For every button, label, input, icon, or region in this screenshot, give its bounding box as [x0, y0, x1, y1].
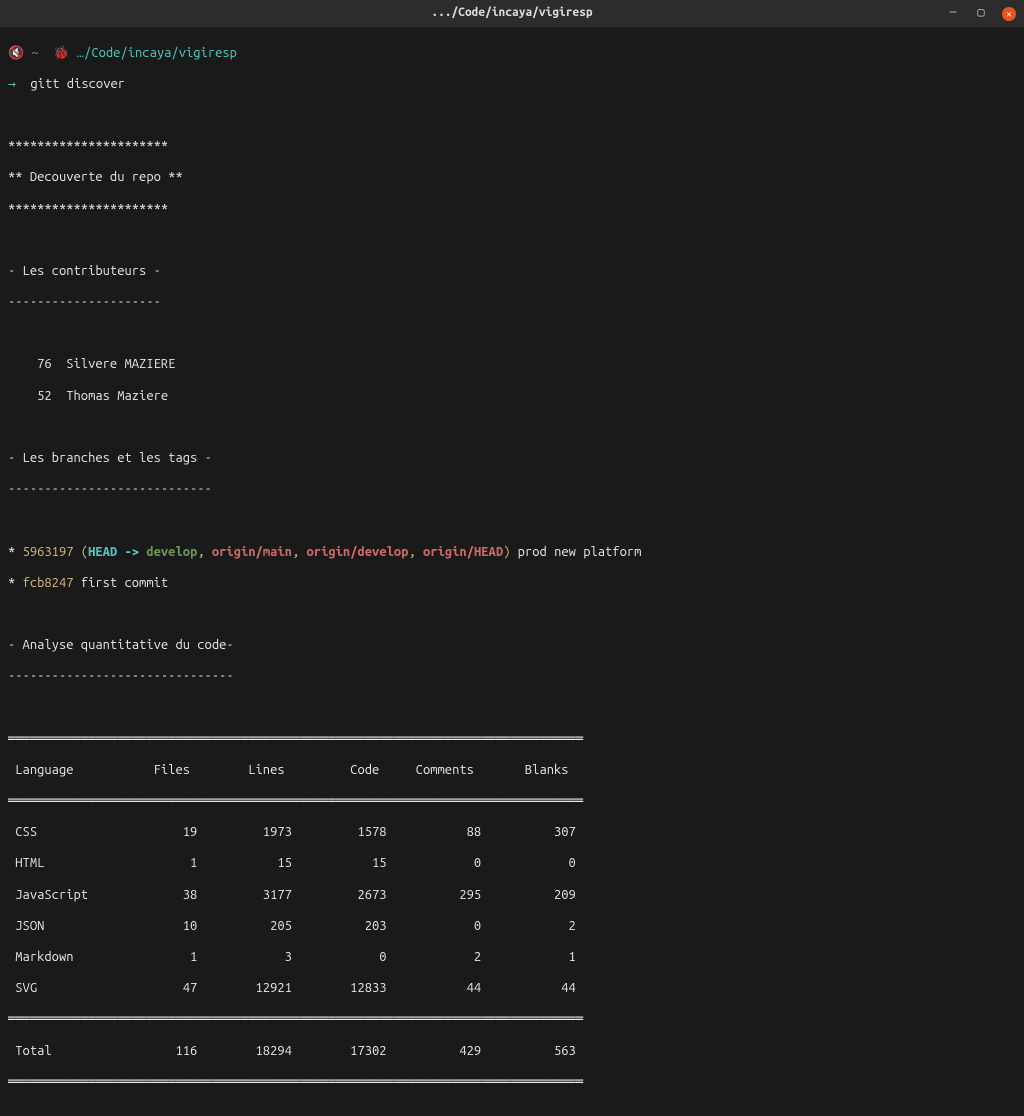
commit-msg: first commit — [74, 576, 169, 590]
table-border: ════════════════════════════════════════… — [8, 1075, 1016, 1091]
commit-hash: 5963197 — [23, 545, 74, 559]
table-row: CSS 19 1973 1578 88 307 — [8, 825, 1016, 841]
prompt-arrow: → — [8, 77, 16, 91]
dashes: --------------------- — [8, 295, 1016, 311]
command-text: gitt discover — [30, 77, 125, 91]
ref-origin-develop: origin/develop — [307, 545, 409, 559]
table-row: JSON 10 205 203 0 2 — [8, 919, 1016, 935]
debug-icon: 🐞 — [53, 46, 76, 60]
window-controls: — ▢ ✕ — [946, 7, 1016, 21]
table-total: Total 116 18294 17302 429 563 — [8, 1044, 1016, 1060]
maximize-button[interactable]: ▢ — [974, 7, 988, 21]
window-titlebar: .../Code/incaya/vigiresp — ▢ ✕ — [0, 0, 1024, 28]
table-border: ════════════════════════════════════════… — [8, 794, 1016, 810]
stars-line: ********************** — [8, 202, 1016, 218]
table-row: HTML 1 15 15 0 0 — [8, 856, 1016, 872]
dashes: ------------------------------- — [8, 669, 1016, 685]
commit-hash: fcb8247 — [23, 576, 74, 590]
table-border: ════════════════════════════════════════… — [8, 732, 1016, 748]
close-button[interactable]: ✕ — [1002, 7, 1016, 21]
contributor-row: 52 Thomas Maziere — [8, 389, 1016, 405]
table-row: JavaScript 38 3177 2673 295 209 — [8, 888, 1016, 904]
table-row: Markdown 1 3 0 2 1 — [8, 950, 1016, 966]
branches-header: - Les branches et les tags - — [8, 451, 1016, 467]
head-ref: HEAD -> — [88, 545, 146, 559]
ref-origin-main: origin/main — [212, 545, 292, 559]
prompt-path: …/Code/incaya/vigiresp — [77, 46, 237, 60]
window-title: .../Code/incaya/vigiresp — [431, 6, 592, 20]
dashes: ---------------------------- — [8, 482, 1016, 498]
terminal-output[interactable]: 🔇 ~ 🐞 …/Code/incaya/vigiresp → gitt disc… — [0, 28, 1024, 1116]
table-border: ════════════════════════════════════════… — [8, 1012, 1016, 1028]
contributors-header: - Les contributeurs - — [8, 264, 1016, 280]
analysis-header: - Analyse quantitative du code- — [8, 638, 1016, 654]
table-row: SVG 47 12921 12833 44 44 — [8, 981, 1016, 997]
decouverte-title: ** Decouverte du repo ** — [8, 170, 1016, 186]
prompt-icon: 🔇 ~ — [8, 46, 53, 60]
stars-line: ********************** — [8, 139, 1016, 155]
git-log-line: * fcb8247 first commit — [8, 576, 1016, 592]
commit-msg: prod new platform — [510, 545, 641, 559]
branch-develop: develop — [146, 545, 197, 559]
ref-origin-head: origin/HEAD — [423, 545, 503, 559]
contributor-row: 76 Silvere MAZIERE — [8, 357, 1016, 373]
minimize-button[interactable]: — — [946, 7, 960, 21]
table-headers: Language Files Lines Code Comments Blank… — [8, 763, 1016, 779]
